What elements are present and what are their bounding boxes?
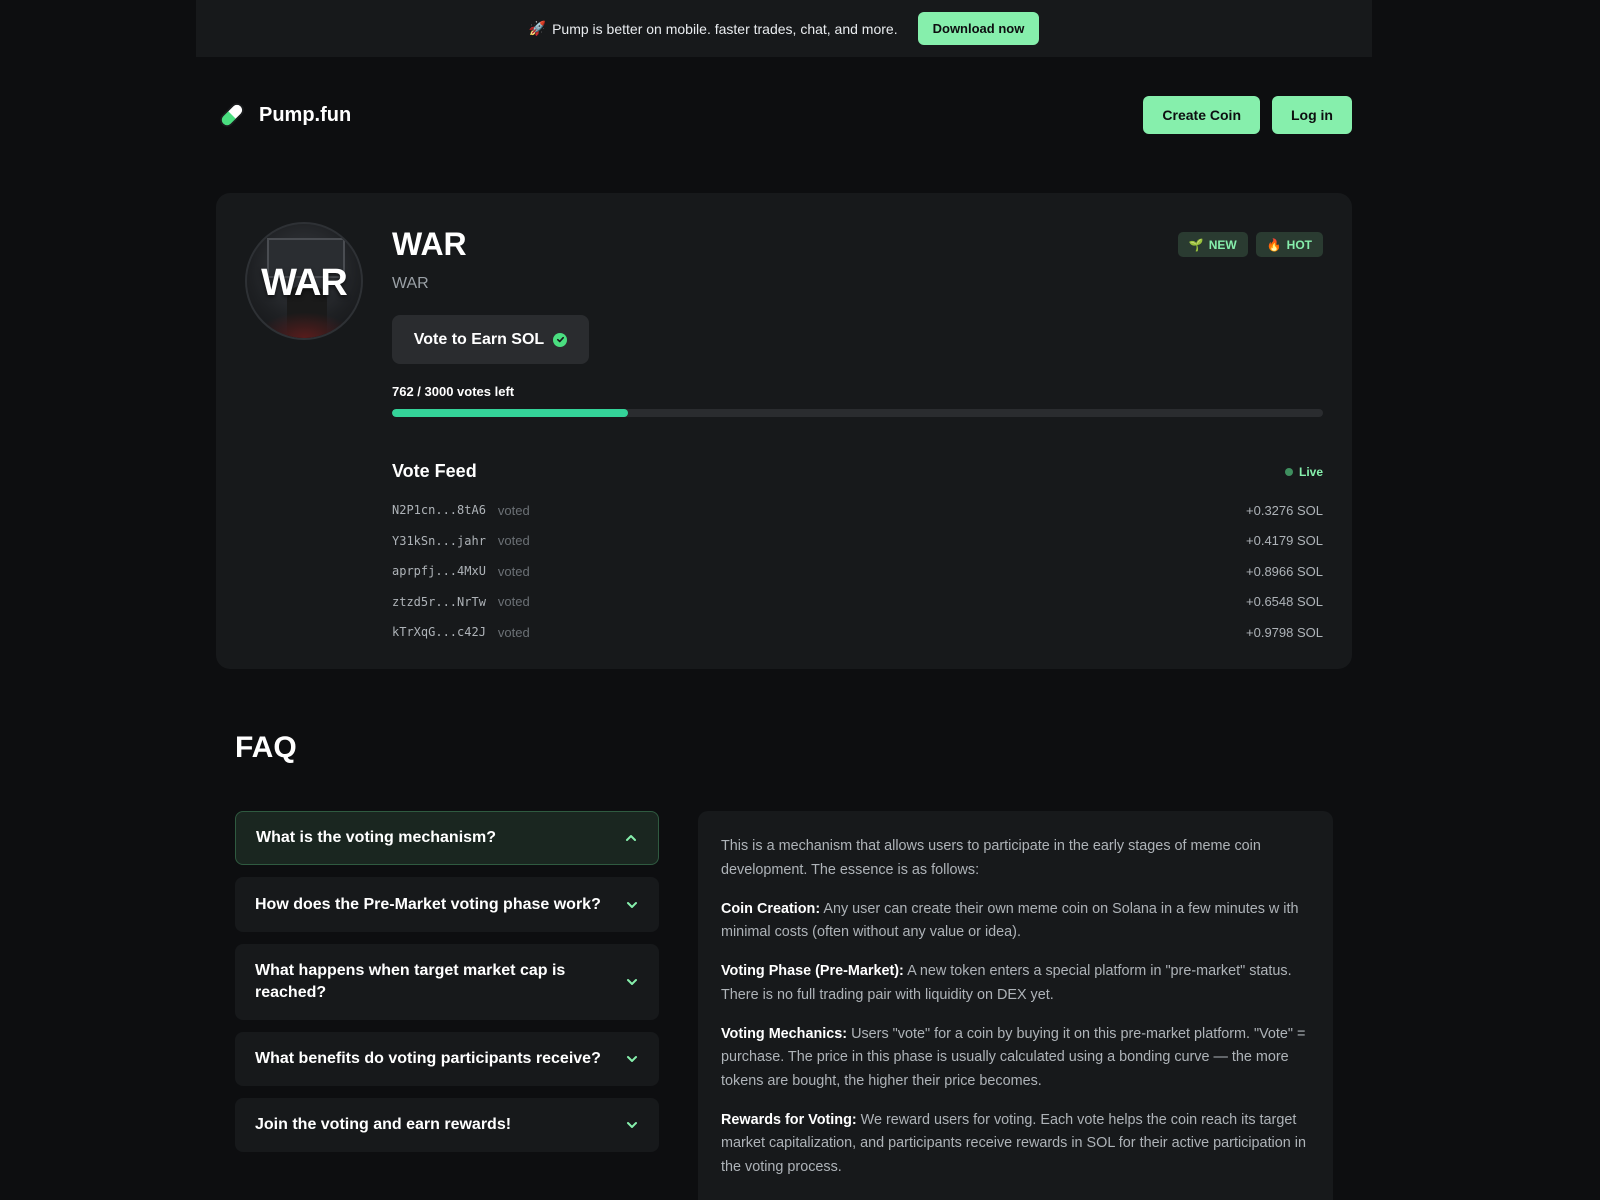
chevron-down-icon [627,1056,637,1062]
avatar-logo-text: WAR [261,262,348,304]
seedling-icon: 🌱 [1188,237,1204,252]
faq-question-list: What is the voting mechanism? How does t… [235,811,659,1164]
answer-point: Coin Creation: Any user can create their… [721,900,1299,941]
coin-badges: 🌱 NEW 🔥 HOT [1177,232,1323,257]
vote-amount: +0.3276 SOL [1246,502,1323,518]
faq-question: What happens when target market cap is r… [255,962,566,1001]
list-item: ztzd5r...NrTw voted +0.6548 SOL [392,587,1323,618]
chevron-down-icon [627,979,637,985]
answer-intro: This is a mechanism that allows users to… [721,838,1261,878]
header-actions: Create Coin Log in [1143,96,1352,134]
vote-action: voted [497,624,530,640]
faq-item-pre-market-phase[interactable]: How does the Pre-Market voting phase wor… [235,877,659,932]
list-item: Y31kSn...jahr voted +0.4179 SOL [392,526,1323,557]
vote-amount: +0.9798 SOL [1246,624,1323,640]
faq-question: What is the voting mechanism? [256,829,497,846]
chevron-down-icon [627,1122,637,1128]
vote-feed-title: Vote Feed [392,461,477,481]
vote-action: voted [497,533,530,549]
voter-address[interactable]: N2P1cn...8tA6 [392,503,486,517]
chevron-down-icon [627,901,637,908]
hot-badge: 🔥 HOT [1255,232,1323,257]
list-item: aprpfj...4MxU voted +0.8966 SOL [392,556,1323,587]
list-item: N2P1cn...8tA6 voted +0.3276 SOL [392,495,1323,526]
coin-ticker: WAR [392,275,429,292]
new-badge: 🌱 NEW [1177,232,1248,257]
create-coin-button[interactable]: Create Coin [1143,96,1260,134]
faq-answer-panel: This is a mechanism that allows users to… [698,811,1333,1200]
banner-text: Pump is better on mobile. faster trades,… [552,20,898,37]
faq-item-join-voting[interactable]: Join the voting and earn rewards! [235,1098,659,1152]
download-now-button[interactable]: Download now [917,12,1040,45]
coin-name: WAR [392,226,467,262]
answer-point: Voting Phase (Pre-Market): A new token e… [721,963,1292,1003]
faq-question: How does the Pre-Market voting phase wor… [255,895,601,913]
votes-progress-bar [392,409,1323,417]
vote-action: voted [497,594,530,610]
votes-progress-fill [392,409,629,417]
vote-amount: +0.4179 SOL [1246,533,1323,549]
voter-address[interactable]: kTrXqG...c42J [392,625,486,639]
coin-card: WAR WAR WAR 🌱 NEW 🔥 HOT Vote to Earn SOL… [216,193,1352,669]
banner-message: 🚀 Pump is better on mobile. faster trade… [529,20,898,37]
coin-avatar: WAR [245,222,363,340]
answer-point: Rewards for Voting: We reward users for … [721,1111,1306,1175]
rocket-icon: 🚀 [528,20,547,36]
vote-amount: +0.6548 SOL [1246,594,1323,610]
faq-item-participant-benefits[interactable]: What benefits do voting participants rec… [235,1032,659,1086]
faq-question: Join the voting and earn rewards! [255,1116,512,1133]
faq-title: FAQ [235,731,297,764]
login-button[interactable]: Log in [1272,96,1352,134]
check-circle-icon [553,332,568,347]
voter-address[interactable]: aprpfj...4MxU [392,564,486,578]
vote-feed-list: N2P1cn...8tA6 voted +0.3276 SOL Y31kSn...… [392,495,1323,648]
vote-to-earn-button[interactable]: Vote to Earn SOL [392,315,589,364]
brand-name: Pump.fun [259,103,352,126]
votes-left-text: 762 / 3000 votes left [392,384,515,399]
faq-question: What benefits do voting participants rec… [255,1050,601,1067]
vote-button-label: Vote to Earn SOL [413,330,545,348]
list-item: kTrXqG...c42J voted +0.9798 SOL [392,617,1323,648]
live-dot-icon [1284,468,1293,476]
fire-icon: 🔥 [1266,237,1282,252]
answer-point: Voting Mechanics: Users "vote" for a coi… [721,1025,1306,1089]
pill-icon [220,103,244,127]
voter-address[interactable]: ztzd5r...NrTw [392,595,486,609]
chevron-up-icon [626,835,636,841]
voter-address[interactable]: Y31kSn...jahr [392,534,486,548]
faq-item-voting-mechanism[interactable]: What is the voting mechanism? [235,811,659,865]
vote-action: voted [497,563,530,579]
vote-amount: +0.8966 SOL [1246,563,1323,579]
live-indicator: Live [1284,465,1323,479]
site-header: Pump.fun Create Coin Log in [216,96,1352,134]
vote-action: voted [497,502,530,518]
brand-logo[interactable]: Pump.fun [216,99,351,131]
faq-item-target-market-cap[interactable]: What happens when target market cap is r… [235,944,659,1020]
mobile-promo-banner: 🚀 Pump is better on mobile. faster trade… [196,0,1372,57]
